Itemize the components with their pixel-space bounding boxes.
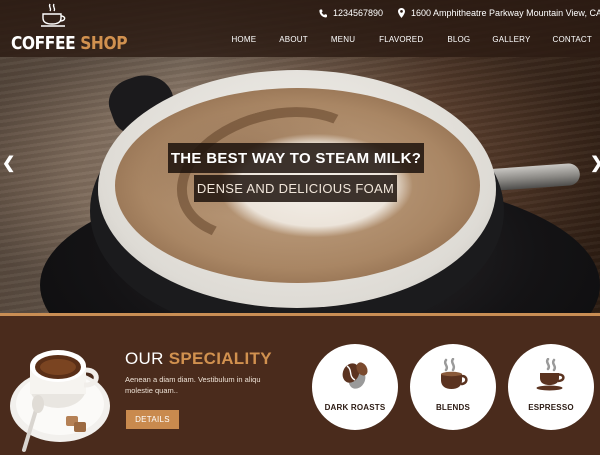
phone-number: 1234567890 xyxy=(333,8,384,18)
chevron-right-icon[interactable]: ❯ xyxy=(590,154,600,174)
speciality-description: Aenean a diam diam. Vestibulum in aliqu … xyxy=(125,375,261,395)
map-pin-icon xyxy=(398,8,405,18)
nav-flavored[interactable]: FLAVORED xyxy=(379,33,423,46)
nav-home[interactable]: HOME xyxy=(231,33,256,46)
hero-subline: DENSE AND DELICIOUS FOAM xyxy=(194,175,397,202)
coffee-beans-icon xyxy=(342,362,368,389)
coffee-cup-logo-icon xyxy=(41,3,66,27)
contact-phone[interactable]: 1234567890 xyxy=(319,6,383,20)
speciality-title: OUR SPECIALITY xyxy=(125,349,272,369)
phone-icon xyxy=(319,9,327,17)
hero-headline: THE BEST WAY TO STEAM MILK? xyxy=(168,143,424,173)
product-dark-roasts[interactable]: DARK ROASTS xyxy=(312,344,398,430)
speciality-title-word2: SPECIALITY xyxy=(168,349,272,368)
product-blends[interactable]: BLENDS xyxy=(410,344,496,430)
speciality-section: OUR SPECIALITY Aenean a diam diam. Vesti… xyxy=(0,313,600,455)
speciality-title-word1: OUR xyxy=(125,349,164,368)
nav-about[interactable]: ABOUT xyxy=(279,33,308,46)
steaming-cup-icon xyxy=(441,358,468,389)
address-text: 1600 Amphitheatre Parkway Mountain View,… xyxy=(411,8,600,18)
nav-contact[interactable]: CONTACT xyxy=(553,33,592,46)
product-label: BLENDS xyxy=(435,403,471,412)
chevron-left-icon[interactable]: ❮ xyxy=(2,154,15,174)
product-label: DARK ROASTS xyxy=(324,403,386,412)
espresso-cup-icon xyxy=(536,358,565,391)
nav-blog[interactable]: BLOG xyxy=(447,33,470,46)
nav-gallery[interactable]: GALLERY xyxy=(492,33,530,46)
logo-word-coffee: COFFEE xyxy=(11,33,76,54)
details-button[interactable]: DETAILS xyxy=(126,410,179,429)
main-nav: HOME ABOUT MENU FLAVORED BLOG GALLERY CO… xyxy=(231,33,592,46)
nav-menu[interactable]: MENU xyxy=(331,33,355,46)
contact-address[interactable]: 1600 Amphitheatre Parkway Mountain View,… xyxy=(398,6,600,20)
coffee-cup-photo xyxy=(10,350,110,452)
logo-word-shop: SHOP xyxy=(80,33,128,54)
site-logo[interactable]: COFFEE SHOP xyxy=(11,3,128,54)
product-label: ESPRESSO xyxy=(528,403,574,412)
logo-text: COFFEE SHOP xyxy=(11,33,128,54)
product-espresso[interactable]: ESPRESSO xyxy=(508,344,594,430)
site-header: COFFEE SHOP 1234567890 1600 Amphitheatre… xyxy=(0,0,600,57)
